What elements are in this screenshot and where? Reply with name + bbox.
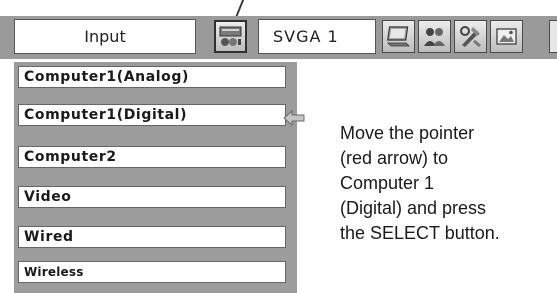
signal-mode-label: SVGA 1 bbox=[258, 19, 376, 54]
menu-item-wired[interactable]: Wired bbox=[18, 226, 286, 248]
instruction-line: (red arrow) to bbox=[340, 148, 449, 168]
instruction-line: Move the pointer bbox=[340, 123, 475, 143]
menu-item-wireless[interactable]: Wireless bbox=[18, 261, 286, 283]
input-source-icon[interactable] bbox=[214, 20, 247, 53]
pointer-arrow-icon bbox=[283, 109, 305, 127]
instruction-line: the SELECT button. bbox=[340, 223, 500, 243]
menu-item-computer1-digital[interactable]: Computer1(Digital) bbox=[18, 104, 286, 126]
menu-bar: Input SVGA 1 bbox=[0, 16, 557, 59]
menu-item-video[interactable]: Video bbox=[18, 186, 286, 208]
menu-title: Input bbox=[14, 19, 196, 54]
picture-icon[interactable] bbox=[490, 20, 523, 53]
menu-item-computer1-analog[interactable]: Computer1(Analog) bbox=[18, 66, 286, 88]
input-source-menu: Computer1(Analog) Computer1(Digital) Com… bbox=[14, 62, 297, 293]
menu-item-computer2[interactable]: Computer2 bbox=[18, 146, 286, 168]
instruction-line: Computer 1 bbox=[340, 173, 435, 193]
monitor-icon[interactable] bbox=[382, 20, 415, 53]
people-icon[interactable] bbox=[418, 20, 451, 53]
instruction-line: (Digital) and press bbox=[340, 198, 487, 218]
tools-icon[interactable] bbox=[454, 20, 487, 53]
partial-menu-icon[interactable] bbox=[549, 20, 557, 53]
instruction-text: Move the pointer (red arrow) to Computer… bbox=[340, 121, 557, 246]
